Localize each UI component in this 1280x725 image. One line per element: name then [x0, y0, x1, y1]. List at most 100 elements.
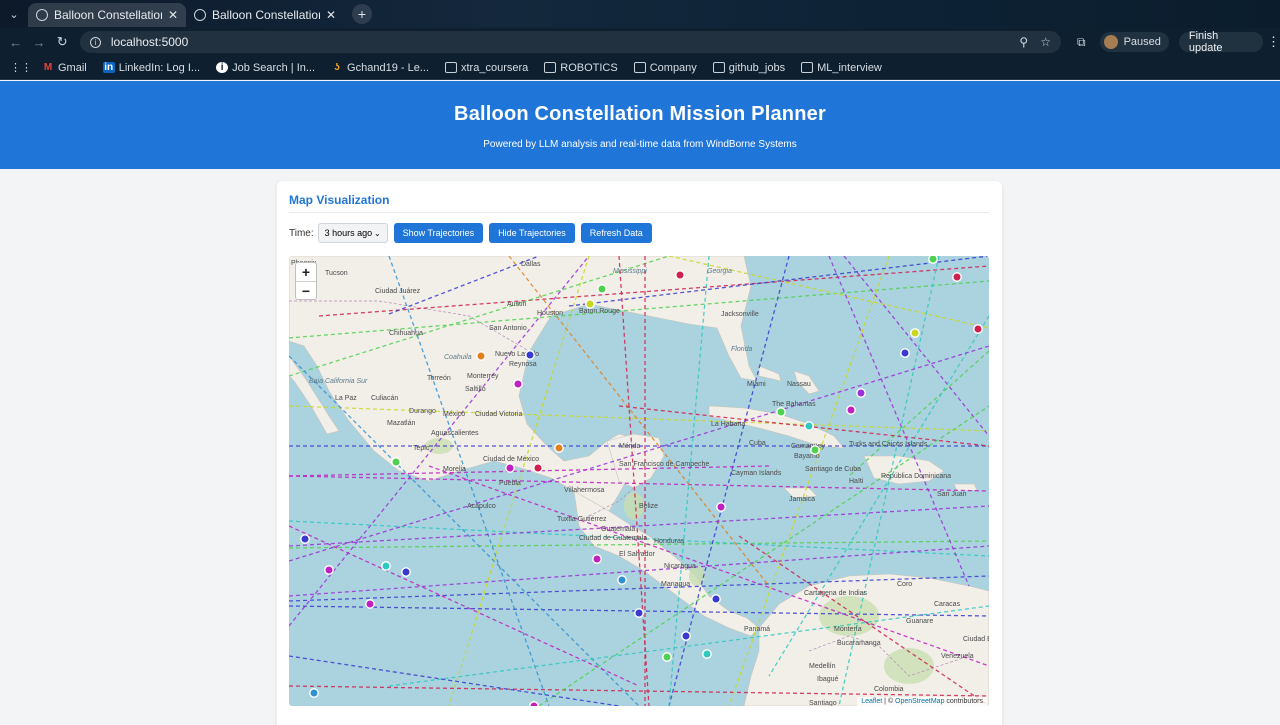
osm-link[interactable]: OpenStreetMap — [895, 698, 944, 705]
balloon-marker[interactable] — [525, 350, 535, 360]
bookmark-job-search[interactable]: i Job Search | In... — [216, 62, 315, 74]
tab-list-chevron-icon[interactable]: ⌄ — [0, 8, 28, 21]
new-tab-button[interactable]: + — [352, 4, 372, 24]
address-bar[interactable]: i localhost:5000 ⚲ ☆ — [79, 31, 1061, 53]
bookmark-folder-github-jobs[interactable]: github_jobs — [712, 62, 785, 74]
balloon-marker[interactable] — [716, 502, 726, 512]
balloon-marker[interactable] — [592, 554, 602, 564]
balloon-marker[interactable] — [804, 421, 814, 431]
balloon-marker[interactable] — [952, 272, 962, 282]
bookmark-linkedin[interactable]: in LinkedIn: Log I... — [102, 62, 200, 74]
balloon-marker[interactable] — [585, 299, 595, 309]
map-label-acapulco: Acapulco — [467, 503, 496, 510]
bookmark-folder-ml-interview[interactable]: ML_interview — [801, 62, 882, 74]
apps-grid-icon[interactable]: ⋮⋮ — [10, 61, 32, 74]
map-label-monteria: Montería — [834, 626, 862, 633]
balloon-marker[interactable] — [856, 388, 866, 398]
balloon-marker[interactable] — [391, 457, 401, 467]
profile-button[interactable]: Paused — [1099, 32, 1169, 52]
balloon-marker[interactable] — [681, 631, 691, 641]
map-label-tuxtla: Tuxtla Gutiérrez — [557, 516, 607, 523]
balloon-marker[interactable] — [324, 565, 334, 575]
map-label-cdmx: Ciudad de México — [483, 456, 539, 463]
map-label-santiago-cuba: Santiago de Cuba — [805, 466, 861, 473]
map-card: Map Visualization Time: 3 hours ago ⌄ Sh… — [277, 181, 1002, 725]
balloon-marker[interactable] — [634, 608, 644, 618]
balloon-marker[interactable] — [513, 379, 523, 389]
balloon-marker[interactable] — [662, 652, 672, 662]
balloon-marker[interactable] — [300, 534, 310, 544]
balloon-marker[interactable] — [776, 407, 786, 417]
bookmark-folder-company[interactable]: Company — [633, 62, 697, 74]
close-tab-icon[interactable]: ✕ — [168, 8, 178, 22]
gmail-icon: M — [43, 62, 53, 73]
zoom-out-button[interactable]: − — [296, 281, 316, 299]
map-label-haiti: Haïti — [849, 478, 864, 485]
balloon-marker[interactable] — [973, 324, 983, 334]
balloon-marker[interactable] — [702, 649, 712, 659]
divider — [289, 212, 989, 213]
map-label-panama: Panamá — [744, 626, 770, 633]
balloon-marker[interactable] — [401, 567, 411, 577]
bookmark-folder-xtra-coursera[interactable]: xtra_coursera — [445, 62, 528, 74]
map-controls: Time: 3 hours ago ⌄ Show Trajectories Hi… — [289, 223, 658, 243]
map-label-durango: Durango — [409, 408, 436, 415]
zoom-in-button[interactable]: + — [296, 263, 316, 281]
leaflet-link[interactable]: Leaflet — [861, 698, 882, 705]
bookmark-folder-robotics[interactable]: ROBOTICS — [544, 62, 618, 74]
map-label-mexico: México — [443, 411, 465, 418]
balloon-marker[interactable] — [309, 688, 319, 698]
balloon-marker[interactable] — [597, 284, 607, 294]
balloon-marker[interactable] — [365, 599, 375, 609]
zoom-magnifier-icon[interactable]: ⚲ — [1019, 35, 1028, 49]
folder-icon — [633, 62, 646, 73]
back-arrow-icon[interactable]: ← — [4, 35, 27, 50]
balloon-marker[interactable] — [617, 575, 627, 585]
show-trajectories-button[interactable]: Show Trajectories — [393, 223, 484, 243]
finish-update-button[interactable]: Finish update — [1178, 30, 1263, 54]
reload-icon[interactable]: ↻ — [51, 34, 74, 50]
page-content: Balloon Constellation Mission Planner Po… — [0, 81, 1280, 725]
bookmark-leetcode[interactable]: ʖ Gchand19 - Le... — [331, 62, 429, 74]
balloon-marker[interactable] — [910, 328, 920, 338]
map-label-juarez: Ciudad Juárez — [375, 288, 421, 295]
tab-balloon-1[interactable]: Balloon Constellation Mi ✕ — [28, 3, 186, 27]
bookmark-gmail[interactable]: M Gmail — [42, 62, 87, 74]
balloon-marker[interactable] — [810, 445, 820, 455]
map-label-turks: Turks and Caicos Islands — [849, 441, 928, 448]
balloon-marker[interactable] — [711, 594, 721, 604]
map-label-dominicana: República Dominicana — [881, 473, 951, 480]
map-label-tucson: Tucson — [325, 270, 348, 277]
map-label-managua: Managua — [661, 581, 690, 588]
map-label-ciudad-bolivar: Ciudad B — [963, 636, 989, 643]
globe-icon — [194, 9, 206, 21]
balloon-marker[interactable] — [505, 463, 515, 473]
map-canvas[interactable]: PhoenixTucsonDallasCiudad JuárezMississi… — [289, 256, 989, 706]
balloon-marker[interactable] — [900, 348, 910, 358]
balloon-marker[interactable] — [846, 405, 856, 415]
map-label-merida: Mérida — [619, 443, 641, 450]
balloon-marker[interactable] — [928, 256, 938, 264]
refresh-data-button[interactable]: Refresh Data — [580, 223, 652, 243]
balloon-marker[interactable] — [529, 701, 539, 706]
balloon-marker[interactable] — [675, 270, 685, 280]
map-label-aguascalientes: Aguascalientes — [431, 430, 479, 437]
time-select[interactable]: 3 hours ago ⌄ — [317, 223, 388, 243]
map-label-salvador: El Salvador — [619, 551, 655, 558]
map-view[interactable]: PhoenixTucsonDallasCiudad JuárezMississi… — [289, 256, 989, 706]
extensions-icon[interactable]: ⧉ — [1077, 35, 1086, 50]
balloon-marker[interactable] — [476, 351, 486, 361]
page-subtitle: Powered by LLM analysis and real-time da… — [483, 139, 797, 150]
balloon-marker[interactable] — [554, 443, 564, 453]
forward-arrow-icon[interactable]: → — [27, 35, 50, 50]
tab-balloon-2[interactable]: Balloon Constellation Mi ✕ — [186, 3, 344, 27]
avatar — [1103, 35, 1118, 49]
menu-kebab-icon[interactable]: ⋮ — [1267, 34, 1280, 50]
balloon-marker[interactable] — [533, 463, 543, 473]
map-label-nassau: Nassau — [787, 381, 811, 388]
balloon-marker[interactable] — [381, 561, 391, 571]
site-info-icon[interactable]: i — [89, 36, 101, 48]
close-tab-icon[interactable]: ✕ — [326, 8, 336, 22]
hide-trajectories-button[interactable]: Hide Trajectories — [489, 223, 575, 243]
bookmark-star-icon[interactable]: ☆ — [1040, 35, 1051, 49]
